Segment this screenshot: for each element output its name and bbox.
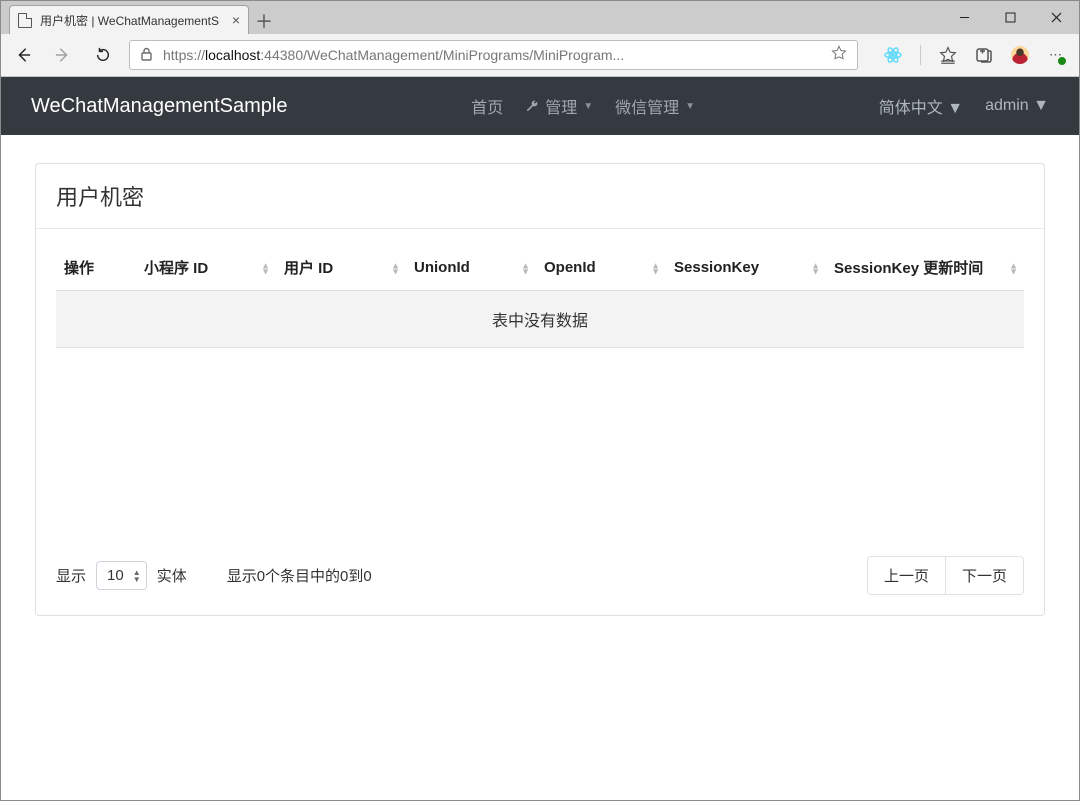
nav-wechat-management[interactable]: 微信管理 ▼ [615,94,695,118]
length-suffix: 实体 [157,565,187,586]
browser-toolbar: https://localhost:44380/WeChatManagement… [1,34,1079,77]
col-actions: 操作 [56,247,136,291]
nav-administration[interactable]: 管理 ▼ [525,94,593,118]
caret-down-icon: ▼ [947,100,963,117]
browser-titlebar: 用户机密 | WeChatManagementS × ＋ [1,1,1079,34]
col-miniprogram-id[interactable]: 小程序 ID ▲▼ [136,247,276,291]
col-union-id[interactable]: UnionId ▲▼ [406,247,536,291]
sort-icon: ▲▼ [521,262,530,274]
page-title: 用户机密 [36,164,1044,229]
data-table: 操作 小程序 ID ▲▼ 用户 ID ▲▼ UnionId [56,247,1024,348]
caret-down-icon: ▼ [685,101,695,112]
page-favicon-icon [18,13,32,28]
url-text: https://localhost:44380/WeChatManagement… [163,47,821,63]
pagination-prev-button[interactable]: 上一页 [867,556,945,595]
caret-down-icon: ▼ [1033,97,1049,114]
caret-down-icon: ▼ [583,101,593,112]
window-maximize-button[interactable] [987,1,1033,34]
brand-title[interactable]: WeChatManagementSample [31,95,287,118]
length-prefix: 显示 [56,565,86,586]
table-info-text: 显示0个条目中的0到0 [227,565,372,586]
nav-forward-button[interactable] [55,47,71,63]
browser-tab-title: 用户机密 | WeChatManagementS [40,12,224,29]
page-content: 用户机密 操作 小程序 ID ▲▼ 用户 ID ▲▼ [1,135,1079,800]
pagination-next-button[interactable]: 下一页 [945,556,1024,595]
react-devtools-icon[interactable] [884,46,902,64]
nav-home[interactable]: 首页 [471,94,503,118]
more-menu-icon[interactable] [1047,46,1065,64]
url-prefix: https:// [163,47,205,63]
url-path: :44380/WeChatManagement/MiniPrograms/Min… [260,47,624,63]
nav-back-button[interactable] [15,47,31,63]
window-minimize-button[interactable] [941,1,987,34]
col-session-key-updated[interactable]: SessionKey 更新时间 ▲▼ [826,247,1024,291]
col-user-id[interactable]: 用户 ID ▲▼ [276,247,406,291]
window-close-button[interactable] [1033,1,1079,34]
toolbar-separator [920,45,921,65]
profile-avatar-icon[interactable] [1011,46,1029,64]
sort-icon: ▲▼ [261,262,270,274]
col-session-key[interactable]: SessionKey ▲▼ [666,247,826,291]
url-host: localhost [205,47,260,63]
sort-icon: ▲▼ [651,262,660,274]
nav-refresh-button[interactable] [95,47,111,63]
collections-icon[interactable] [975,46,993,64]
table-empty-row: 表中没有数据 [56,291,1024,348]
tab-close-icon[interactable]: × [232,13,240,27]
sort-icon: ▲▼ [391,262,400,274]
card: 用户机密 操作 小程序 ID ▲▼ 用户 ID ▲▼ [35,163,1045,616]
nav-user[interactable]: admin ▼ [985,97,1049,115]
sort-icon: ▲▼ [811,262,820,274]
lock-icon [140,47,153,64]
favorite-star-icon[interactable] [831,45,847,65]
sort-icon: ▲▼ [1009,262,1018,274]
wrench-icon [525,99,539,113]
col-open-id[interactable]: OpenId ▲▼ [536,247,666,291]
app-navbar: WeChatManagementSample 首页 管理 ▼ 微信管理 ▼ 简体… [1,77,1079,135]
favorites-icon[interactable] [939,46,957,64]
address-bar[interactable]: https://localhost:44380/WeChatManagement… [129,40,858,70]
pagination: 上一页 下一页 [867,556,1024,595]
browser-tab[interactable]: 用户机密 | WeChatManagementS × [9,5,249,34]
nav-language[interactable]: 简体中文 ▼ [879,94,963,118]
page-length-select[interactable]: 10 [96,561,147,590]
new-tab-button[interactable]: ＋ [249,8,279,34]
table-empty-message: 表中没有数据 [56,291,1024,348]
